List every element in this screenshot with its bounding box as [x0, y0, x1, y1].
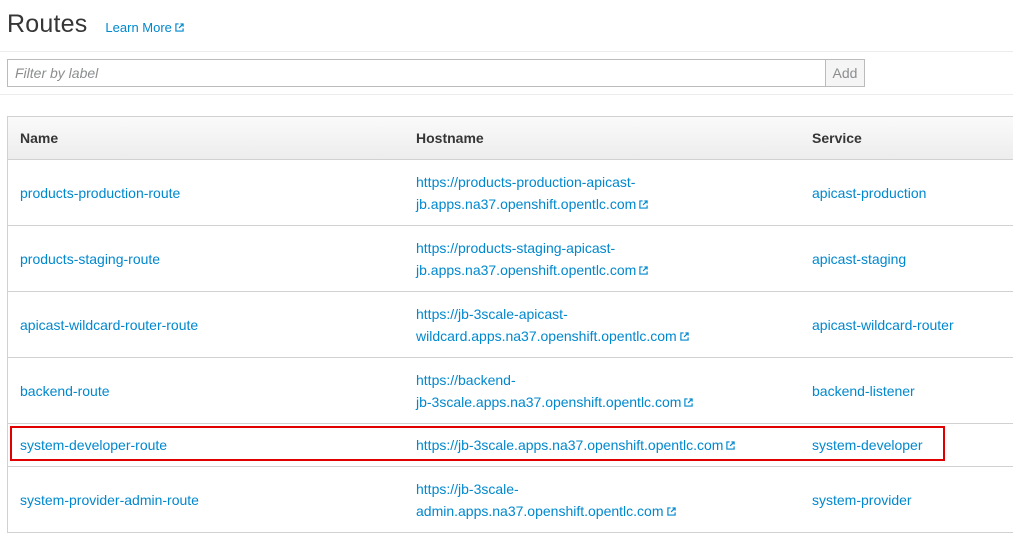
table-row-highlighted: system-developer-route https://jb-3scale…: [8, 424, 1013, 467]
routes-table: Name Hostname Service products-productio…: [7, 116, 1013, 533]
column-header-hostname[interactable]: Hostname: [416, 130, 484, 146]
learn-more-link[interactable]: Learn More: [105, 19, 184, 35]
service-link[interactable]: apicast-staging: [812, 248, 906, 270]
route-name-link[interactable]: apicast-wildcard-router-route: [20, 314, 198, 336]
table-row: apicast-wildcard-router-route https://jb…: [8, 292, 1013, 358]
service-link[interactable]: backend-listener: [812, 380, 915, 402]
table-row: system-provider-admin-route https://jb-3…: [8, 467, 1013, 533]
column-header-service[interactable]: Service: [812, 130, 862, 146]
external-link-icon: [666, 506, 676, 516]
external-link-icon: [726, 441, 736, 450]
hostname-link[interactable]: https://backend-jb-3scale.apps.na37.open…: [416, 369, 796, 413]
route-name-link[interactable]: system-provider-admin-route: [20, 489, 199, 511]
column-header-name[interactable]: Name: [20, 130, 58, 146]
filter-bar: Add: [7, 59, 865, 87]
external-link-icon: [639, 265, 648, 275]
service-link[interactable]: apicast-production: [812, 182, 926, 204]
service-link[interactable]: system-provider: [812, 489, 912, 511]
table-header: Name Hostname Service: [8, 117, 1013, 160]
hostname-link[interactable]: https://jb-3scale-admin.apps.na37.opensh…: [416, 478, 796, 522]
external-link-icon: [639, 199, 648, 209]
page-title: Routes: [7, 9, 88, 38]
header-divider: [0, 51, 1013, 52]
hostname-link[interactable]: https://jb-3scale-apicast-wildcard.apps.…: [416, 303, 796, 347]
filter-divider: [0, 94, 1013, 95]
external-link-icon: [680, 331, 689, 341]
table-row: products-production-route https://produc…: [8, 160, 1013, 226]
table-row: backend-route https://backend-jb-3scale.…: [8, 358, 1013, 424]
filter-input[interactable]: [7, 59, 825, 87]
route-name-link[interactable]: products-staging-route: [20, 248, 160, 270]
page-header: Routes Learn More: [7, 4, 184, 44]
external-link-icon: [175, 22, 184, 32]
route-name-link[interactable]: system-developer-route: [20, 434, 167, 456]
route-name-link[interactable]: products-production-route: [20, 182, 180, 204]
hostname-link[interactable]: https://products-staging-apicast-jb.apps…: [416, 237, 796, 281]
route-name-link[interactable]: backend-route: [20, 380, 110, 402]
learn-more-label: Learn More: [105, 19, 172, 35]
hostname-link[interactable]: https://jb-3scale.apps.na37.openshift.op…: [416, 434, 796, 456]
service-link[interactable]: apicast-wildcard-router: [812, 314, 954, 336]
hostname-link[interactable]: https://products-production-apicast-jb.a…: [416, 171, 796, 215]
external-link-icon: [684, 397, 694, 407]
service-link[interactable]: system-developer: [812, 434, 923, 456]
table-row: products-staging-route https://products-…: [8, 226, 1013, 292]
add-button[interactable]: Add: [825, 59, 865, 87]
